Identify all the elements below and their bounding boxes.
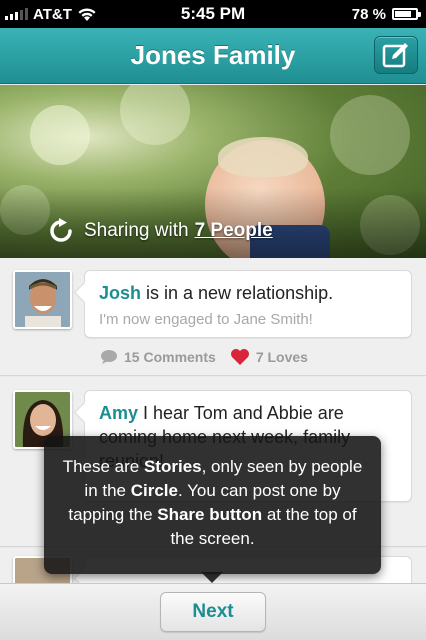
- battery-fill: [395, 11, 411, 17]
- story-subtext: I'm now engaged to Jane Smith!: [99, 311, 313, 328]
- share-arrow-icon: [50, 218, 72, 242]
- status-bar: AT&T 5:45 PM 78 %: [0, 0, 426, 28]
- heart-icon[interactable]: [230, 348, 250, 366]
- comments-count[interactable]: 15 Comments: [124, 349, 216, 365]
- tooltip-text: These are: [62, 457, 144, 476]
- story-text: Josh is in a new relationship.: [99, 281, 397, 305]
- author-name[interactable]: Amy: [99, 403, 138, 423]
- tooltip-emphasis: Share button: [157, 505, 263, 524]
- story-meta: 15 Comments 7 Loves: [100, 348, 308, 366]
- story-item[interactable]: Josh is in a new relationship. I'm now e…: [0, 258, 426, 376]
- share-button[interactable]: [374, 36, 418, 74]
- sharing-info: Sharing with 7 People: [48, 218, 273, 244]
- next-button[interactable]: Next: [160, 592, 266, 632]
- navigation-bar: Jones Family: [0, 28, 426, 84]
- status-right: 78 %: [351, 0, 421, 28]
- tooltip-pointer: [201, 572, 223, 583]
- tooltip-emphasis: Circle: [130, 481, 178, 500]
- author-name[interactable]: Josh: [99, 283, 141, 303]
- sharing-people-link[interactable]: 7 People: [195, 220, 273, 242]
- sharing-prefix: Sharing with: [84, 220, 189, 241]
- bottom-toolbar: Next: [0, 583, 426, 640]
- story-card[interactable]: Josh is in a new relationship. I'm now e…: [84, 270, 412, 338]
- battery-percent: 78 %: [351, 5, 386, 23]
- tooltip-emphasis: Stories: [143, 457, 202, 476]
- avatar[interactable]: [13, 270, 72, 329]
- page-title: Jones Family: [130, 40, 296, 70]
- battery-icon: [392, 8, 421, 20]
- story-body: is in a new relationship.: [141, 283, 334, 303]
- compose-icon: [382, 43, 408, 68]
- josh-avatar-photo: [15, 272, 70, 327]
- onboarding-tooltip: These are Stories, only seen by people i…: [44, 436, 381, 574]
- loves-count[interactable]: 7 Loves: [256, 349, 308, 365]
- comment-icon[interactable]: [100, 349, 118, 365]
